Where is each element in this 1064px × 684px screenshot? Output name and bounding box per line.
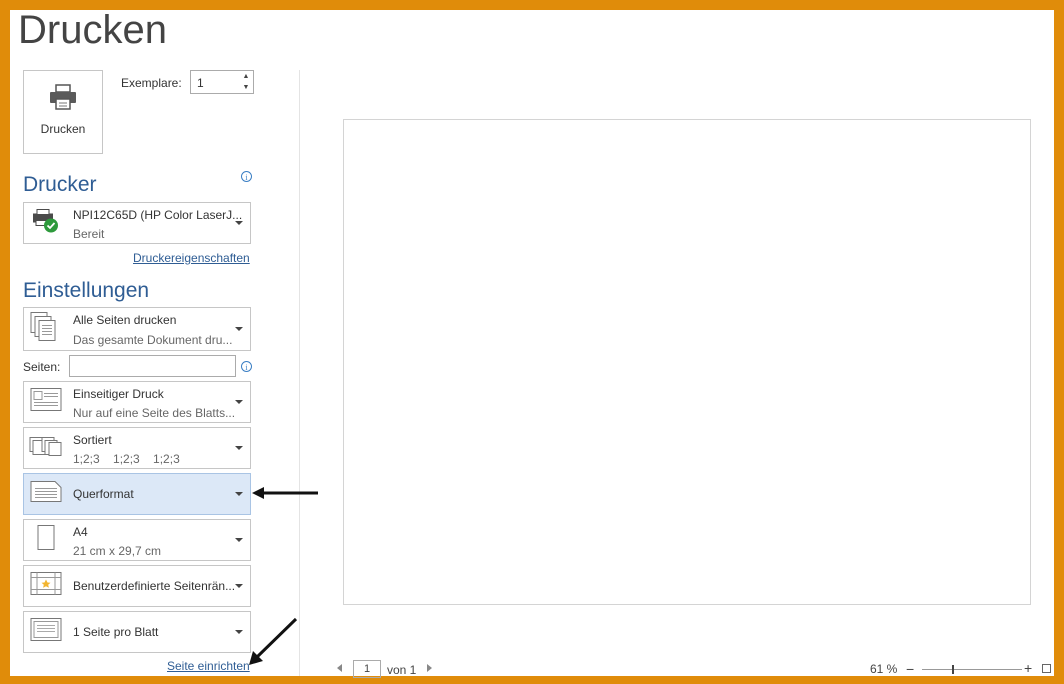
- pages-label: Seiten:: [23, 360, 61, 374]
- chevron-down-icon: [235, 584, 243, 588]
- panel-divider: [299, 70, 300, 676]
- margins-title: Benutzerdefinierte Seitenrän...: [73, 579, 236, 593]
- zoom-in-icon[interactable]: +: [1024, 660, 1032, 676]
- print-pages-title: Alle Seiten drucken: [73, 313, 177, 327]
- page-setup-link[interactable]: Seite einrichten: [167, 659, 250, 673]
- spin-down-icon[interactable]: ▼: [239, 82, 253, 93]
- print-button[interactable]: Drucken: [23, 70, 103, 154]
- custom-margins-icon: [29, 571, 63, 602]
- zoom-slider-thumb[interactable]: [952, 665, 954, 674]
- annotation-arrow-icon: [249, 617, 298, 665]
- duplex-dropdown[interactable]: Einseitiger Druck Nur auf eine Seite des…: [23, 381, 251, 423]
- chevron-down-icon: [235, 630, 243, 634]
- settings-heading: Einstellungen: [23, 279, 150, 302]
- copies-input[interactable]: 1 ▲ ▼: [190, 70, 254, 94]
- pages-per-sheet-title: 1 Seite pro Blatt: [73, 625, 159, 639]
- printer-heading: Drucker: [23, 173, 97, 196]
- collate-dropdown[interactable]: Sortiert 1;2;3 1;2;3 1;2;3: [23, 427, 251, 469]
- copies-value: 1: [197, 76, 204, 90]
- collated-icon: [29, 435, 63, 462]
- spin-up-icon[interactable]: ▲: [239, 71, 253, 82]
- chevron-down-icon: [235, 327, 243, 331]
- printer-status: Bereit: [73, 227, 105, 241]
- pages-per-sheet-icon: [29, 617, 63, 648]
- page-title: Drucken: [18, 8, 167, 52]
- orientation-title: Querformat: [73, 487, 134, 501]
- print-pages-dropdown[interactable]: Alle Seiten drucken Das gesamte Dokument…: [23, 307, 251, 351]
- paper-size-title: A4: [73, 525, 88, 539]
- printer-dropdown[interactable]: NPI12C65D (HP Color LaserJ... Bereit: [23, 202, 251, 244]
- previous-page-icon[interactable]: [337, 664, 342, 672]
- info-icon[interactable]: i: [241, 171, 252, 182]
- pages-per-sheet-dropdown[interactable]: 1 Seite pro Blatt: [23, 611, 251, 653]
- current-page-input[interactable]: 1: [353, 660, 381, 678]
- info-icon[interactable]: i: [241, 361, 252, 372]
- margins-dropdown[interactable]: Benutzerdefinierte Seitenrän...: [23, 565, 251, 607]
- chevron-down-icon: [235, 221, 243, 225]
- orientation-dropdown[interactable]: Querformat: [23, 473, 251, 515]
- print-pages-subtitle: Das gesamte Dokument dru...: [73, 333, 233, 347]
- copies-label: Exemplare:: [121, 76, 182, 90]
- printer-name: NPI12C65D (HP Color LaserJ...: [73, 208, 243, 222]
- printer-properties-link[interactable]: Druckereigenschaften: [133, 251, 250, 265]
- collate-subtitle: 1;2;3 1;2;3 1;2;3: [73, 452, 180, 466]
- copies-spinner[interactable]: ▲ ▼: [239, 71, 253, 93]
- chevron-down-icon: [235, 492, 243, 496]
- fit-to-window-icon[interactable]: [1042, 664, 1051, 673]
- paper-size-subtitle: 21 cm x 29,7 cm: [73, 544, 162, 558]
- duplex-title: Einseitiger Druck: [73, 387, 164, 401]
- print-button-label: Drucken: [40, 122, 86, 136]
- pages-input[interactable]: [69, 355, 236, 377]
- pages-stack-icon: [29, 311, 59, 348]
- chevron-down-icon: [235, 446, 243, 450]
- duplex-subtitle: Nur auf eine Seite des Blatts...: [73, 406, 236, 420]
- single-sided-icon: [29, 387, 63, 418]
- annotation-arrow-icon: [252, 487, 318, 499]
- printer-icon: [50, 84, 76, 110]
- chevron-down-icon: [235, 538, 243, 542]
- print-preview-page: [343, 119, 1031, 605]
- paper-size-dropdown[interactable]: A4 21 cm x 29,7 cm: [23, 519, 251, 561]
- printer-ready-icon: [29, 208, 61, 239]
- page-count-text: von 1: [387, 663, 417, 677]
- portrait-page-icon: [29, 524, 63, 557]
- chevron-down-icon: [235, 400, 243, 404]
- zoom-level[interactable]: 61 %: [870, 662, 897, 676]
- collate-title: Sortiert: [73, 433, 112, 447]
- landscape-page-icon: [29, 480, 63, 509]
- zoom-out-icon[interactable]: −: [906, 661, 914, 677]
- zoom-slider[interactable]: [922, 669, 1022, 670]
- next-page-icon[interactable]: [427, 664, 432, 672]
